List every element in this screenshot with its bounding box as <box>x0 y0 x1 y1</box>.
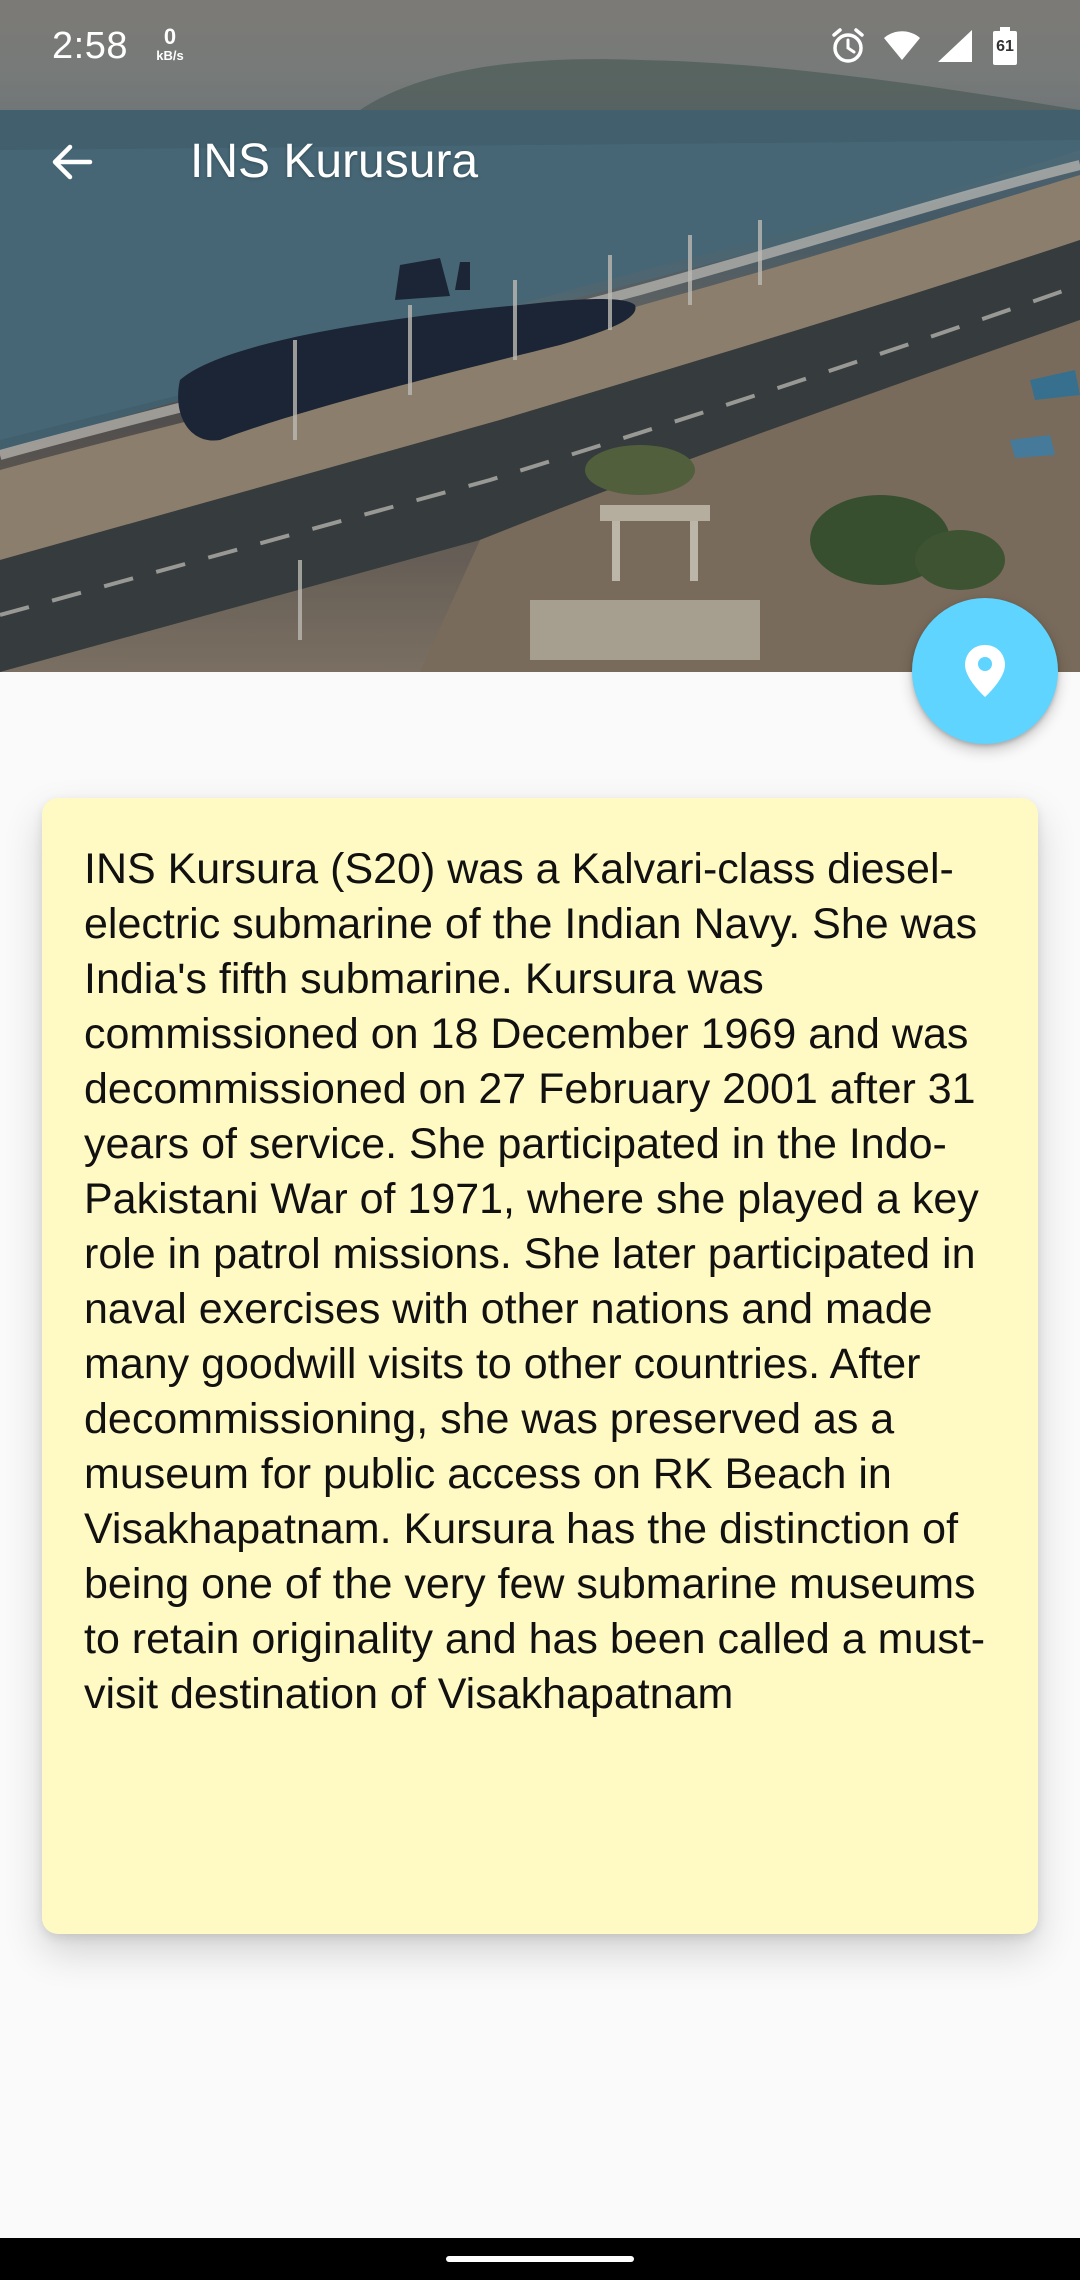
back-button[interactable] <box>36 126 108 198</box>
app-bar: INS Kurusura <box>0 92 1080 232</box>
status-icons: 61 <box>830 26 1040 66</box>
battery-level: 61 <box>996 38 1014 55</box>
description-card: INS Kursura (S20) was a Kalvari-class di… <box>42 798 1038 1934</box>
network-speed: 0 kB/s <box>152 26 188 64</box>
battery-icon: 61 <box>992 26 1018 66</box>
network-speed-unit: kB/s <box>156 48 184 63</box>
status-time: 2:58 <box>52 25 128 67</box>
home-indicator[interactable] <box>446 2256 634 2262</box>
cell-signal-icon <box>936 26 974 71</box>
alarm-icon <box>830 26 866 71</box>
wifi-icon <box>882 26 922 71</box>
location-pin-icon <box>965 645 1005 697</box>
page-title: INS Kurusura <box>190 135 479 188</box>
network-speed-value: 0 <box>163 24 177 49</box>
status-bar: 2:58 0 kB/s 61 <box>0 0 1080 92</box>
arrow-back-icon <box>52 144 93 180</box>
location-fab-button[interactable] <box>912 598 1058 744</box>
description-text: INS Kursura (S20) was a Kalvari-class di… <box>84 845 986 1718</box>
navigation-bar <box>0 2238 1080 2280</box>
